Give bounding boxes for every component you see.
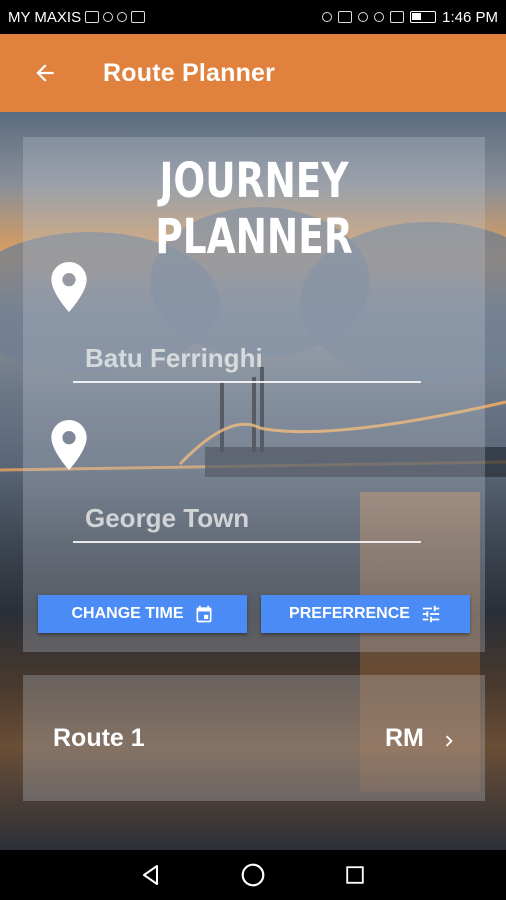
sliders-icon	[422, 605, 440, 623]
planner-heading: JOURNEY PLANNER	[155, 153, 353, 265]
signal-icon	[390, 11, 405, 23]
whatsapp-icon	[117, 12, 128, 22]
preference-button[interactable]: PREFERRENCE	[261, 595, 470, 633]
nav-recents-button[interactable]	[340, 860, 370, 890]
journey-planner-card: JOURNEY PLANNER Batu Ferringhi George To…	[23, 137, 485, 652]
status-left: MY MAXIS	[8, 8, 146, 26]
back-button[interactable]	[25, 53, 65, 93]
route-list-item[interactable]: Route 1 RM	[23, 675, 485, 801]
origin-value: Batu Ferringhi	[85, 343, 263, 373]
status-right: 1:46 PM	[322, 9, 498, 26]
location-pin-icon	[51, 420, 87, 470]
alarm-icon	[358, 12, 369, 22]
status-bar: MY MAXIS 1:46 PM	[0, 0, 506, 34]
location-pin-icon	[51, 262, 87, 312]
battery-icon	[410, 11, 437, 23]
triangle-back-icon	[143, 865, 158, 885]
carrier-label: MY MAXIS	[8, 8, 82, 26]
destination-value: George Town	[85, 503, 250, 533]
arrow-left-icon	[36, 64, 54, 82]
destination-input[interactable]: George Town	[73, 499, 421, 543]
notification-icon	[103, 12, 114, 22]
route-name: Route 1	[53, 724, 145, 752]
vibrate-icon	[338, 11, 353, 23]
square-recents-icon	[346, 866, 364, 884]
system-nav-bar	[0, 850, 506, 900]
gallery-icon	[131, 11, 146, 23]
route-price: RM	[385, 724, 424, 752]
chevron-right-icon	[445, 735, 453, 747]
calendar-icon	[196, 605, 211, 623]
circle-home-icon	[241, 863, 265, 887]
origin-input[interactable]: Batu Ferringhi	[73, 339, 421, 383]
preference-label: PREFERRENCE	[289, 605, 410, 622]
status-time: 1:46 PM	[442, 8, 498, 26]
nav-back-button[interactable]	[136, 860, 166, 890]
nav-home-button[interactable]	[238, 860, 268, 890]
eye-icon	[374, 12, 385, 22]
hotspot-icon	[322, 12, 333, 22]
app-bar: Route Planner	[0, 34, 506, 112]
change-time-label: CHANGE TIME	[71, 605, 184, 622]
laptop-icon	[85, 11, 100, 23]
change-time-button[interactable]: CHANGE TIME	[38, 595, 247, 633]
page-title: Route Planner	[103, 58, 276, 87]
